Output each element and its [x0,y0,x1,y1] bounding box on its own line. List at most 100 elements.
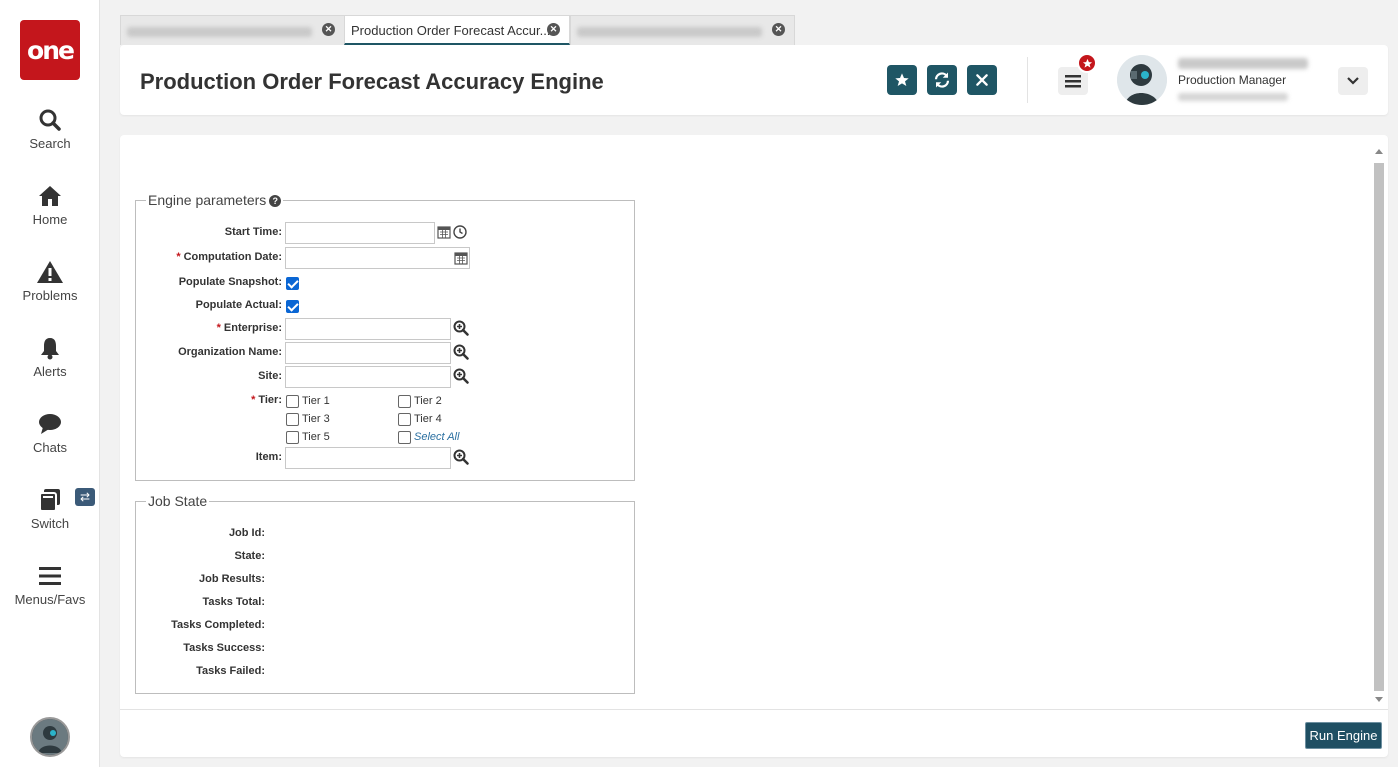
header-divider [1027,57,1028,103]
scroll-up-arrow[interactable] [1375,149,1383,154]
clock-icon[interactable] [453,225,467,239]
sidebar-item-label: Switch [30,516,70,531]
chat-icon [39,414,61,434]
sidebar-item-chats[interactable]: Chats [0,412,100,455]
sidebar-item-problems[interactable]: Problems [0,260,100,303]
sidebar-item-menus-favs[interactable]: Menus/Favs [0,564,100,607]
scroll-down-arrow[interactable] [1375,697,1383,702]
user-avatar[interactable] [1117,55,1167,105]
close-button[interactable] [967,65,997,95]
tab-1-close-icon[interactable]: ✕ [322,23,335,36]
item-label: Item: [255,451,282,463]
sidebar-item-label: Search [29,136,71,151]
computation-date-input[interactable] [285,247,470,269]
tasks-completed-label: Tasks Completed: [171,619,265,631]
tier-4-label: Tier 4 [414,413,442,425]
job-state-legend: Job State [148,493,208,509]
computation-date-label: * Computation Date: [132,251,282,263]
user-avatar-icon [1117,55,1167,105]
zoom-in-icon[interactable] [453,449,469,465]
run-engine-button[interactable]: Run Engine [1305,722,1382,749]
site-input[interactable] [285,366,451,388]
user-role: Production Manager [1178,73,1287,87]
tab-label-blurred [127,26,312,37]
user-name-blurred [1178,58,1308,69]
state-label: State: [234,550,265,562]
calendar-icon[interactable] [454,251,468,265]
populate-snapshot-label: Populate Snapshot: [178,276,282,288]
scroll-thumb[interactable] [1374,163,1384,691]
user-org-blurred [1178,93,1288,101]
tab-2-close-icon[interactable]: ✕ [547,23,560,36]
tasks-success-label: Tasks Success: [183,642,265,654]
tier-2-label: Tier 2 [414,395,442,407]
site-label: Site: [258,370,282,382]
sidebar-item-label: Alerts [33,364,67,379]
app-logo[interactable]: one [20,20,80,80]
user-menu-dropdown[interactable] [1338,67,1368,95]
refresh-button[interactable] [927,65,957,95]
tier-2-checkbox[interactable] [398,395,411,408]
tier-3-checkbox[interactable] [286,413,299,426]
tab-3-close-icon[interactable]: ✕ [772,23,785,36]
calendar-icon[interactable] [437,225,451,239]
help-icon[interactable]: ? [269,195,282,207]
job-results-label: Job Results: [198,573,265,585]
vertical-scrollbar[interactable] [1372,143,1386,709]
refresh-icon [934,72,950,88]
enterprise-input[interactable] [285,318,451,340]
sidebar-item-label: Menus/Favs [14,592,86,607]
zoom-in-icon[interactable] [453,344,469,360]
switch-icon [39,489,60,512]
hamburger-icon [1065,75,1081,88]
tier-5-label: Tier 5 [302,431,330,443]
sidebar-item-search[interactable]: Search [0,108,100,151]
footer-divider [120,709,1388,710]
tab-3[interactable] [570,15,795,45]
tier-5-checkbox[interactable] [286,431,299,444]
tier-4-checkbox[interactable] [398,413,411,426]
populate-snapshot-checkbox[interactable] [286,277,299,290]
job-state-fieldset: Job State [135,493,635,694]
required-marker: * [251,394,256,406]
tier-3-label: Tier 3 [302,413,330,425]
user-avatar-icon [32,719,68,755]
page-header: Production Order Forecast Accuracy Engin… [120,45,1388,115]
favorite-button[interactable] [887,65,917,95]
avatar[interactable] [30,717,70,757]
content-panel: Engine parameters? Start Time: * Computat… [120,135,1388,757]
select-all-checkbox[interactable] [398,431,411,444]
favorites-badge[interactable] [1077,53,1097,73]
tasks-failed-label: Tasks Failed: [196,665,265,677]
warning-icon [37,261,63,283]
tab-1[interactable] [120,15,345,45]
job-id-label: Job Id: [228,527,265,539]
populate-actual-label: Populate Actual: [195,299,282,311]
select-all-label[interactable]: Select All [414,431,459,443]
computation-date-label-text: Computation Date: [183,251,282,263]
tasks-total-label: Tasks Total: [202,596,265,608]
sidebar-item-switch[interactable]: Switch ⇄ [0,488,100,531]
tab-2[interactable]: Production Order Forecast Accur... [344,15,570,45]
sidebar-item-label: Chats [33,440,67,455]
tier-1-checkbox[interactable] [286,395,299,408]
sidebar-item-label: Home [32,212,68,227]
chevron-down-icon [1347,77,1359,85]
sidebar-item-label: Problems [22,288,78,303]
start-time-label: Start Time: [224,226,282,238]
zoom-in-icon[interactable] [453,320,469,336]
populate-actual-checkbox[interactable] [286,300,299,313]
tier-label: * Tier: [132,394,282,406]
zoom-in-icon[interactable] [453,368,469,384]
bell-icon [41,338,59,360]
start-time-input[interactable] [285,222,435,244]
organization-name-input[interactable] [285,342,451,364]
tab-label: Production Order Forecast Accur... [351,23,551,38]
switch-badge: ⇄ [75,488,95,506]
item-input[interactable] [285,447,451,469]
tier-label-text: Tier: [258,394,282,406]
sidebar: one Search Home Problems Alerts Chats Sw… [0,0,100,767]
star-icon [895,73,909,86]
sidebar-item-alerts[interactable]: Alerts [0,336,100,379]
sidebar-item-home[interactable]: Home [0,184,100,227]
